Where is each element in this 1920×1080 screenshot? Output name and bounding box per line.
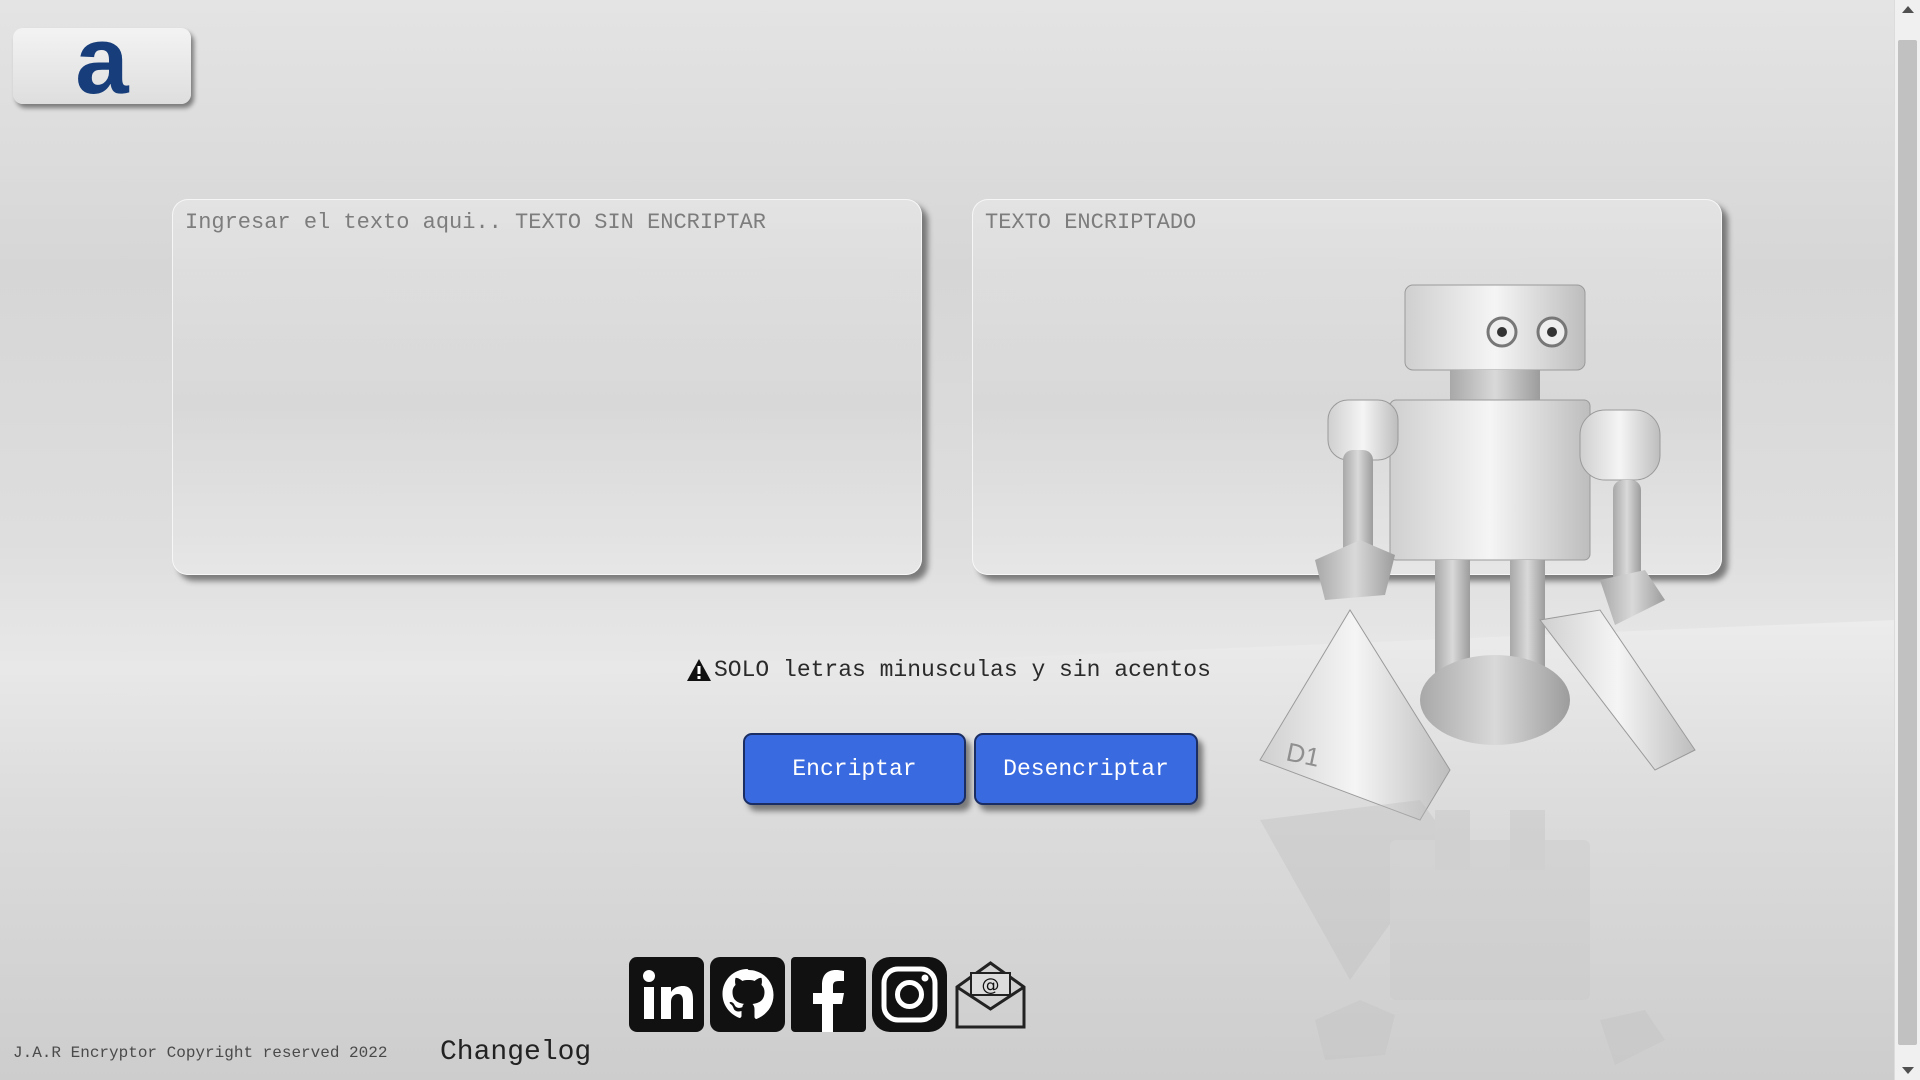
input-panel — [172, 199, 922, 575]
decrypt-button[interactable]: Desencriptar — [974, 733, 1198, 805]
robot-illustration: D1 — [1259, 284, 1696, 1065]
facebook-icon[interactable] — [791, 957, 866, 1032]
encrypt-button[interactable]: Encriptar — [743, 733, 966, 805]
input-textarea[interactable] — [173, 200, 921, 574]
scroll-down-icon[interactable] — [1902, 1067, 1914, 1074]
warning-message: SOLO letras minusculas y sin acentos — [686, 657, 1211, 683]
instagram-icon[interactable] — [872, 957, 947, 1032]
warning-icon — [687, 659, 711, 681]
linkedin-icon[interactable] — [629, 957, 704, 1032]
output-label: TEXTO ENCRIPTADO — [985, 210, 1197, 235]
github-icon[interactable] — [710, 957, 785, 1032]
scroll-up-icon[interactable] — [1902, 6, 1914, 13]
warning-text: SOLO letras minusculas y sin acentos — [714, 657, 1211, 683]
changelog-link[interactable]: Changelog — [440, 1037, 591, 1068]
logo[interactable]: a — [13, 13, 191, 109]
svg-text:@: @ — [982, 975, 1000, 996]
scrollbar-thumb[interactable] — [1898, 40, 1917, 1045]
email-icon[interactable]: @ — [953, 957, 1028, 1032]
social-links: @ — [629, 957, 1028, 1032]
copyright-text: J.A.R Encryptor Copyright reserved 2022 — [13, 1044, 388, 1062]
logo-a-icon: a — [75, 7, 129, 114]
scrollbar[interactable] — [1894, 0, 1920, 1080]
